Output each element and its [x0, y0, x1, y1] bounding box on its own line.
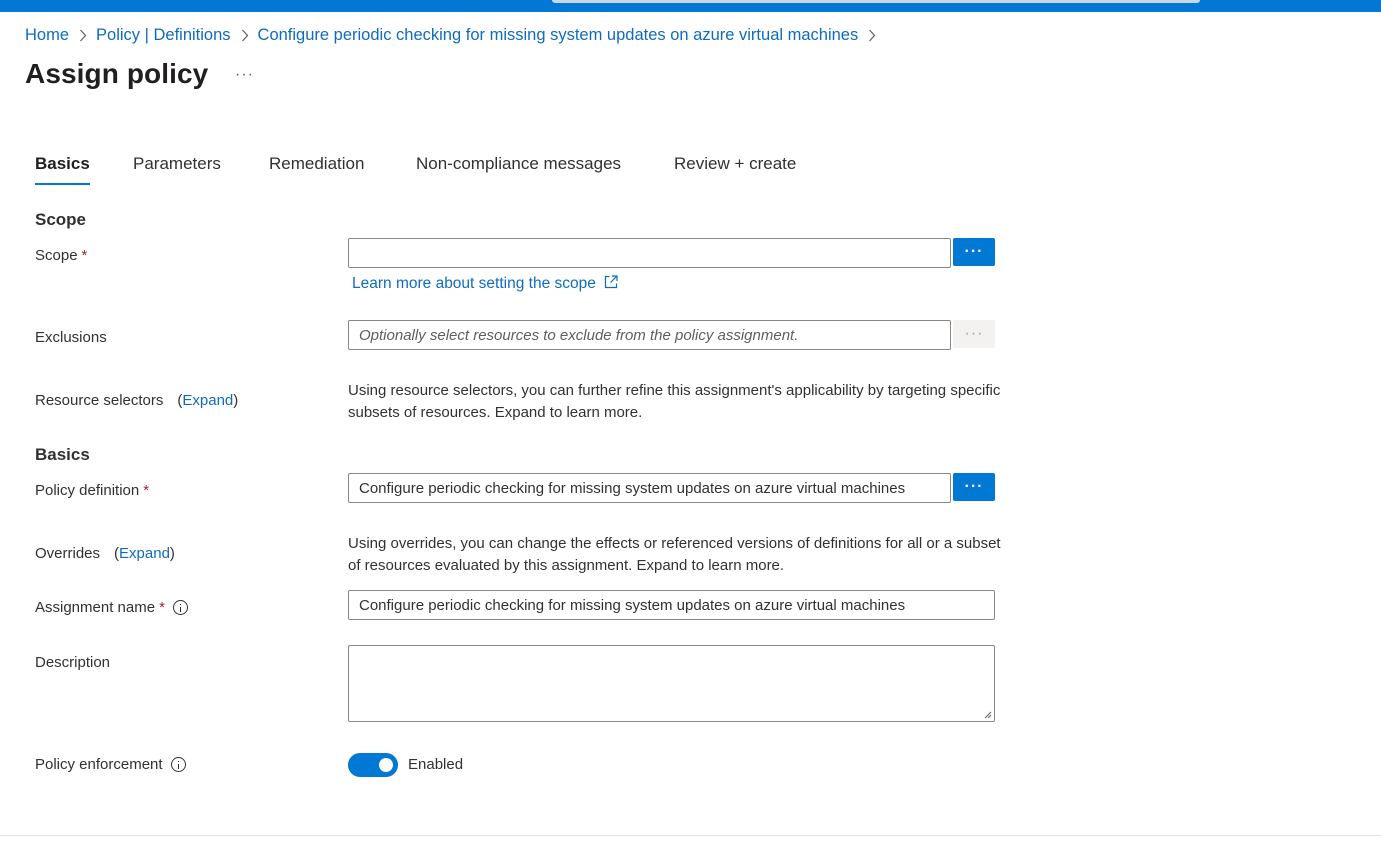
breadcrumb: Home Policy | Definitions Configure peri… [25, 24, 885, 46]
resource-selectors-label-text: Resource selectors [35, 392, 164, 409]
resize-grip-icon[interactable] [984, 711, 992, 719]
overrides-label: Overrides (Expand) [35, 545, 175, 562]
resource-selectors-expand-link[interactable]: Expand [182, 392, 233, 409]
learn-more-scope-link[interactable]: Learn more about setting the scope [352, 275, 618, 293]
policy-definition-browse-button[interactable]: ··· [953, 473, 995, 501]
footer-divider [0, 835, 1381, 836]
top-navigation-bar [0, 0, 1381, 12]
policy-enforcement-toggle[interactable] [348, 753, 398, 777]
breadcrumb-policy-definitions[interactable]: Policy | Definitions [96, 26, 231, 45]
policy-definition-value: Configure periodic checking for missing … [359, 479, 906, 497]
external-link-icon [604, 275, 618, 289]
assignment-name-value: Configure periodic checking for missing … [359, 596, 906, 614]
page-title: Assign policy [25, 58, 209, 89]
description-textarea[interactable] [348, 645, 995, 722]
overrides-label-text: Overrides [35, 545, 101, 562]
assignment-name-label: Assignment name * [35, 599, 188, 616]
description-label: Description [35, 654, 111, 671]
resource-selectors-description: Using resource selectors, you can furthe… [348, 382, 1001, 421]
assignment-name-label-text: Assignment name [35, 599, 156, 616]
exclusions-label: Exclusions [35, 329, 107, 346]
tab-remediation[interactable]: Remediation [269, 151, 364, 185]
scope-section-heading: Scope [35, 210, 87, 229]
required-marker: * [81, 247, 88, 264]
tab-non-compliance-messages[interactable]: Non-compliance messages [416, 151, 621, 185]
tab-review-create[interactable]: Review + create [674, 151, 796, 185]
global-search-box[interactable] [552, 0, 1200, 3]
close-paren: ) [233, 392, 239, 409]
policy-definition-input[interactable]: Configure periodic checking for missing … [348, 473, 951, 503]
overrides-description: Using overrides, you can change the effe… [348, 535, 1001, 574]
resource-selectors-label: Resource selectors (Expand) [35, 392, 238, 409]
breadcrumb-home[interactable]: Home [25, 26, 69, 45]
policy-definition-label-text: Policy definition [35, 482, 140, 499]
info-icon[interactable] [170, 757, 186, 772]
policy-enforcement-label-text: Policy enforcement [35, 756, 163, 773]
breadcrumb-policy-definition[interactable]: Configure periodic checking for missing … [258, 26, 859, 45]
required-marker: * [143, 482, 150, 499]
info-icon[interactable] [172, 600, 188, 615]
scope-label-text: Scope [35, 247, 78, 264]
exclusions-placeholder: Optionally select resources to exclude f… [359, 326, 799, 344]
policy-enforcement-status: Enabled [408, 756, 464, 773]
overrides-expand-link[interactable]: Expand [119, 545, 170, 562]
basics-section-heading: Basics [35, 445, 90, 464]
tab-basics[interactable]: Basics [35, 151, 90, 185]
chevron-right-icon [79, 29, 87, 42]
scope-input[interactable] [348, 238, 951, 268]
policy-definition-label: Policy definition * [35, 482, 149, 499]
close-paren: ) [169, 545, 175, 562]
chevron-right-icon [868, 29, 876, 42]
more-options-button[interactable]: ··· [235, 66, 254, 84]
policy-enforcement-label: Policy enforcement [35, 756, 186, 773]
toggle-knob [379, 758, 393, 772]
scope-label: Scope * [35, 247, 87, 264]
exclusions-input[interactable]: Optionally select resources to exclude f… [348, 320, 951, 350]
learn-more-scope-text: Learn more about setting the scope [352, 275, 596, 292]
exclusions-browse-button[interactable]: ··· [953, 320, 995, 348]
scope-browse-button[interactable]: ··· [953, 238, 995, 266]
tab-parameters[interactable]: Parameters [133, 151, 221, 185]
chevron-right-icon [241, 29, 249, 42]
required-marker: * [159, 599, 165, 616]
assignment-name-input[interactable]: Configure periodic checking for missing … [348, 590, 995, 620]
